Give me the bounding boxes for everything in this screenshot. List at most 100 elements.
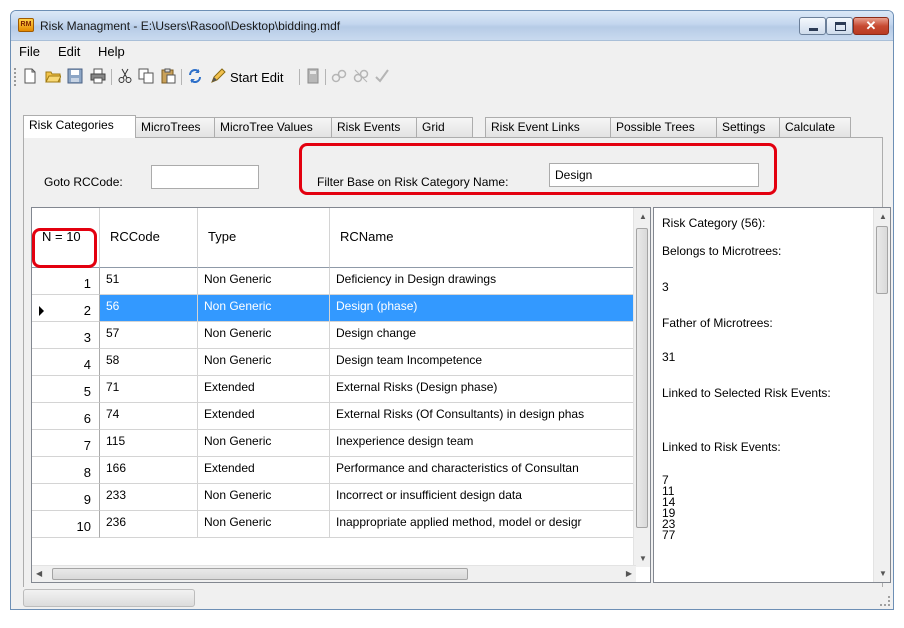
table-row[interactable]: 5 71 Extended External Risks (Design phase) bbox=[32, 376, 636, 403]
cell-rccode[interactable]: 58 bbox=[100, 349, 198, 376]
tab-possible-trees[interactable]: Possible Trees bbox=[610, 117, 717, 138]
scroll-down-arrow-icon[interactable]: ▼ bbox=[639, 554, 647, 563]
cell-rcname[interactable]: Design team Incompetence bbox=[330, 349, 636, 376]
cell-rcname[interactable]: Design change bbox=[330, 322, 636, 349]
cell-rccode[interactable]: 74 bbox=[100, 403, 198, 430]
tab-risk-events[interactable]: Risk Events bbox=[331, 117, 417, 138]
cell-rcname[interactable]: Deficiency in Design drawings bbox=[330, 268, 636, 295]
cell-rccode[interactable]: 166 bbox=[100, 457, 198, 484]
open-folder-icon[interactable] bbox=[45, 68, 61, 84]
grid-vertical-scrollbar[interactable]: ▲ ▼ bbox=[633, 208, 650, 567]
resize-grip[interactable] bbox=[880, 596, 890, 606]
row-header[interactable]: 10 bbox=[32, 511, 100, 538]
menu-help[interactable]: Help bbox=[94, 44, 129, 59]
info-vertical-scroll-thumb[interactable] bbox=[876, 226, 888, 294]
grid-horizontal-scroll-thumb[interactable] bbox=[52, 568, 468, 580]
link-disabled-icon[interactable] bbox=[331, 68, 347, 84]
table-row[interactable]: 4 58 Non Generic Design team Incompetence bbox=[32, 349, 636, 376]
table-row[interactable]: 8 166 Extended Performance and characterist… bbox=[32, 457, 636, 484]
grid-vertical-scroll-thumb[interactable] bbox=[636, 228, 648, 528]
cell-type[interactable]: Extended bbox=[198, 403, 330, 430]
risk-category-grid[interactable]: N = 10 RCCode Type RCName 1 51 Non Generic… bbox=[31, 207, 651, 583]
cell-rcname[interactable]: External Risks (Design phase) bbox=[330, 376, 636, 403]
cell-type[interactable]: Non Generic bbox=[198, 268, 330, 295]
column-header-type[interactable]: Type bbox=[198, 208, 330, 268]
table-row[interactable]: 1 51 Non Generic Deficiency in Design drawi… bbox=[32, 268, 636, 295]
scroll-up-arrow-icon[interactable]: ▲ bbox=[879, 212, 887, 221]
title-bar[interactable]: RM Risk Managment - E:\Users\Rasool\Desk… bbox=[11, 11, 893, 41]
menu-file[interactable]: File bbox=[15, 44, 44, 59]
row-header[interactable]: 2 bbox=[32, 295, 100, 322]
tab-settings[interactable]: Settings bbox=[716, 117, 780, 138]
cell-rccode[interactable]: 71 bbox=[100, 376, 198, 403]
save-icon[interactable] bbox=[67, 68, 83, 84]
pencil-icon[interactable] bbox=[210, 68, 226, 84]
risk-category-info-panel[interactable]: Risk Category (56): Belongs to Microtree… bbox=[653, 207, 891, 583]
row-header[interactable]: 6 bbox=[32, 403, 100, 430]
grid-horizontal-scrollbar[interactable]: ◀ ▶ bbox=[32, 565, 636, 582]
cell-type[interactable]: Non Generic bbox=[198, 511, 330, 538]
tab-grid[interactable]: Grid bbox=[416, 117, 473, 138]
table-row[interactable]: 10 236 Non Generic Inappropriate applied me… bbox=[32, 511, 636, 538]
column-header-rcname[interactable]: RCName bbox=[330, 208, 636, 268]
scroll-right-arrow-icon[interactable]: ▶ bbox=[626, 569, 632, 578]
scroll-down-arrow-icon[interactable]: ▼ bbox=[879, 569, 887, 578]
unlink-disabled-icon[interactable] bbox=[353, 68, 369, 84]
table-row[interactable]: 2 56 Non Generic Design (phase) bbox=[32, 295, 636, 322]
column-header-rccode[interactable]: RCCode bbox=[100, 208, 198, 268]
row-header[interactable]: 8 bbox=[32, 457, 100, 484]
cut-icon[interactable] bbox=[117, 68, 133, 84]
cell-rcname[interactable]: Inappropriate applied method, model or d… bbox=[330, 511, 636, 538]
cell-rcname[interactable]: Incorrect or insufficient design data bbox=[330, 484, 636, 511]
row-header[interactable]: 4 bbox=[32, 349, 100, 376]
maximize-button[interactable] bbox=[826, 17, 853, 35]
refresh-icon[interactable] bbox=[187, 68, 203, 84]
scroll-left-arrow-icon[interactable]: ◀ bbox=[36, 569, 42, 578]
cell-rccode[interactable]: 233 bbox=[100, 484, 198, 511]
row-header[interactable]: 1 bbox=[32, 268, 100, 295]
start-edit-button[interactable]: Start Edit bbox=[230, 70, 283, 85]
cell-rcname[interactable]: Inexperience design team bbox=[330, 430, 636, 457]
cell-type[interactable]: Non Generic bbox=[198, 430, 330, 457]
copy-icon[interactable] bbox=[138, 68, 154, 84]
tab-microtree-values[interactable]: MicroTree Values bbox=[214, 117, 332, 138]
row-header[interactable]: 7 bbox=[32, 430, 100, 457]
tab-risk-event-links[interactable]: Risk Event Links bbox=[485, 117, 611, 138]
toolbar-grip[interactable] bbox=[14, 68, 17, 86]
menu-edit[interactable]: Edit bbox=[54, 44, 84, 59]
minimize-button[interactable] bbox=[799, 17, 826, 35]
cell-rcname[interactable]: Design (phase) bbox=[330, 295, 636, 322]
tab-microtrees[interactable]: MicroTrees bbox=[135, 117, 215, 138]
row-header[interactable]: 5 bbox=[32, 376, 100, 403]
close-button[interactable]: ✕ bbox=[853, 17, 889, 35]
table-row[interactable]: 9 233 Non Generic Incorrect or insufficient… bbox=[32, 484, 636, 511]
info-vertical-scrollbar[interactable]: ▲ ▼ bbox=[873, 208, 890, 582]
cell-type[interactable]: Extended bbox=[198, 457, 330, 484]
cell-rcname[interactable]: Performance and characteristics of Consu… bbox=[330, 457, 636, 484]
new-file-icon[interactable] bbox=[22, 68, 38, 84]
print-icon[interactable] bbox=[90, 68, 106, 84]
cell-type[interactable]: Non Generic bbox=[198, 295, 330, 322]
check-icon[interactable] bbox=[374, 68, 390, 84]
calculator-icon[interactable] bbox=[305, 68, 321, 84]
cell-rcname[interactable]: External Risks (Of Consultants) in desig… bbox=[330, 403, 636, 430]
cell-type[interactable]: Extended bbox=[198, 376, 330, 403]
cell-type[interactable]: Non Generic bbox=[198, 484, 330, 511]
goto-rccode-input[interactable] bbox=[151, 165, 259, 189]
tab-risk-categories[interactable]: Risk Categories bbox=[23, 115, 136, 138]
cell-rccode[interactable]: 56 bbox=[100, 295, 198, 322]
scroll-up-arrow-icon[interactable]: ▲ bbox=[639, 212, 647, 221]
row-header[interactable]: 9 bbox=[32, 484, 100, 511]
table-row[interactable]: 7 115 Non Generic Inexperience design team bbox=[32, 430, 636, 457]
table-row[interactable]: 3 57 Non Generic Design change bbox=[32, 322, 636, 349]
cell-rccode[interactable]: 236 bbox=[100, 511, 198, 538]
cell-rccode[interactable]: 57 bbox=[100, 322, 198, 349]
cell-rccode[interactable]: 115 bbox=[100, 430, 198, 457]
tab-calculate[interactable]: Calculate bbox=[779, 117, 851, 138]
row-header[interactable]: 3 bbox=[32, 322, 100, 349]
cell-type[interactable]: Non Generic bbox=[198, 349, 330, 376]
table-row[interactable]: 6 74 Extended External Risks (Of Consultant… bbox=[32, 403, 636, 430]
cell-rccode[interactable]: 51 bbox=[100, 268, 198, 295]
cell-type[interactable]: Non Generic bbox=[198, 322, 330, 349]
paste-icon[interactable] bbox=[160, 68, 176, 84]
